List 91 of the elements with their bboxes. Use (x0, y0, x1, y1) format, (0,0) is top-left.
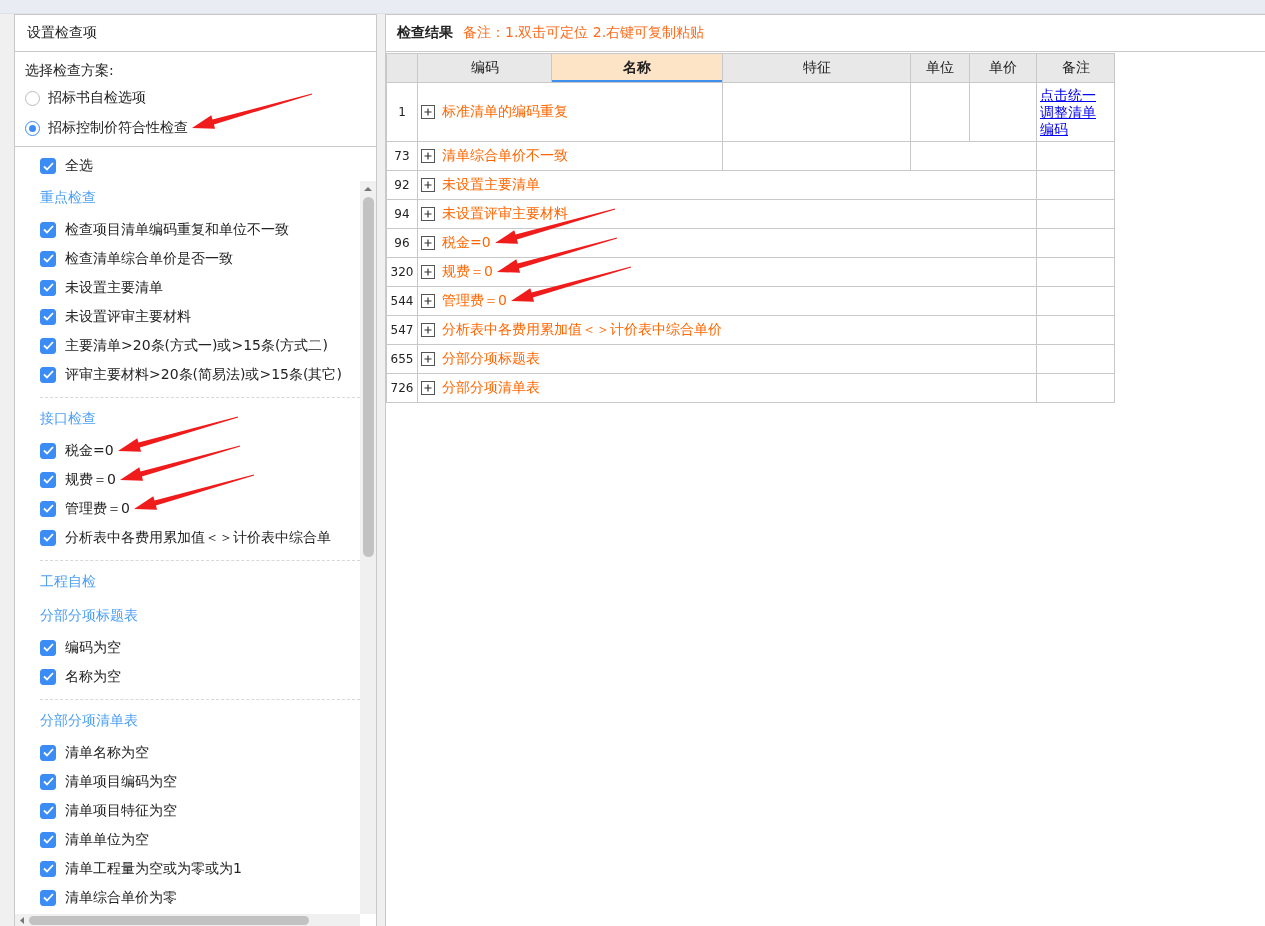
row-number: 92 (386, 170, 418, 200)
column-header[interactable]: 特征 (722, 53, 911, 83)
panel-title: 设置检查项 (15, 15, 376, 52)
group-title: 重点检查 (40, 188, 96, 207)
result-name: 税金=0 (442, 234, 491, 252)
row-number: 1 (386, 82, 418, 142)
checkbox-label: 检查项目清单编码重复和单位不一致 (65, 220, 289, 239)
row-number: 655 (386, 344, 418, 374)
checkbox-label: 分析表中各费用累加值＜＞计价表中综合单 (65, 528, 331, 547)
group-title: 分部分项标题表 (40, 606, 138, 625)
group-title: 分部分项清单表 (40, 711, 138, 730)
checkbox-label: 管理费＝0 (65, 499, 130, 518)
result-name: 清单综合单价不一致 (442, 147, 568, 165)
row-number: 94 (386, 199, 418, 229)
checkbox-label: 清单项目特征为空 (65, 801, 177, 820)
panel-title: 检查结果 (397, 24, 453, 42)
column-header[interactable]: 单价 (969, 53, 1037, 83)
row-number: 547 (386, 315, 418, 345)
column-header[interactable]: 名称 (551, 53, 723, 83)
result-name: 标准清单的编码重复 (442, 103, 568, 121)
checkbox-label: 税金=0 (65, 441, 114, 460)
row-number: 96 (386, 228, 418, 258)
checkbox-label: 清单单位为空 (65, 830, 149, 849)
column-header[interactable]: 单位 (910, 53, 970, 83)
checkbox[interactable] (40, 279, 56, 296)
expand-icon[interactable] (421, 149, 435, 163)
checkbox[interactable] (40, 158, 56, 174)
column-header[interactable]: 备注 (1036, 53, 1115, 83)
expand-icon[interactable] (421, 178, 435, 192)
result-name: 未设置评审主要材料 (442, 205, 568, 223)
row-number: 73 (386, 141, 418, 171)
result-name: 管理费＝0 (442, 292, 507, 310)
checkbox-label: 编码为空 (65, 638, 121, 657)
radio-label: 招标书自检选项 (48, 89, 146, 107)
note-text: 备注：1.双击可定位 2.右键可复制粘贴 (463, 24, 705, 42)
expand-icon[interactable] (421, 236, 435, 250)
checkbox-label: 全选 (65, 157, 93, 175)
radio-label: 招标控制价符合性检查 (48, 119, 188, 137)
row-number: 320 (386, 257, 418, 287)
checkbox[interactable] (40, 442, 56, 459)
checkbox-label: 未设置主要清单 (65, 278, 163, 297)
checkbox[interactable] (40, 744, 56, 761)
checkbox[interactable] (40, 802, 56, 819)
checkbox-label: 规费＝0 (65, 470, 116, 489)
column-header[interactable]: 编码 (417, 53, 552, 83)
checkbox[interactable] (40, 860, 56, 877)
checkbox-label: 清单综合单价为零 (65, 888, 177, 907)
checkbox[interactable] (40, 471, 56, 488)
result-name: 规费＝0 (442, 263, 493, 281)
group-title: 工程自检 (40, 572, 96, 591)
expand-icon[interactable] (421, 207, 435, 221)
expand-icon[interactable] (421, 381, 435, 395)
checkbox[interactable] (40, 308, 56, 325)
radio-button[interactable] (25, 120, 40, 136)
checkbox-label: 评审主要材料>20条(简易法)或>15条(其它) (65, 365, 342, 384)
scheme-label: 选择检查方案: (25, 62, 115, 80)
vertical-scrollbar[interactable] (360, 181, 376, 914)
expand-icon[interactable] (421, 352, 435, 366)
checkbox[interactable] (40, 668, 56, 685)
radio-button[interactable] (25, 90, 40, 106)
row-number: 726 (386, 373, 418, 403)
result-name: 未设置主要清单 (442, 176, 540, 194)
checkbox-label: 名称为空 (65, 667, 121, 686)
checkbox-label: 清单工程量为空或为零或为1 (65, 859, 242, 878)
checkbox[interactable] (40, 831, 56, 848)
checkbox-label: 主要清单>20条(方式一)或>15条(方式二) (65, 336, 328, 355)
checkbox[interactable] (40, 529, 56, 546)
result-name: 分部分项清单表 (442, 379, 540, 397)
checkbox-label: 检查清单综合单价是否一致 (65, 249, 233, 268)
checkbox[interactable] (40, 773, 56, 790)
checkbox[interactable] (40, 221, 56, 238)
expand-icon[interactable] (421, 265, 435, 279)
checkbox-label: 清单项目编码为空 (65, 772, 177, 791)
checkbox-label: 未设置评审主要材料 (65, 307, 191, 326)
checkbox-label: 清单名称为空 (65, 743, 149, 762)
scroll-up-icon[interactable] (363, 185, 373, 193)
expand-icon[interactable] (421, 294, 435, 308)
result-name: 分析表中各费用累加值＜＞计价表中综合单价 (442, 321, 722, 339)
checkbox[interactable] (40, 639, 56, 656)
expand-icon[interactable] (421, 323, 435, 337)
checkbox[interactable] (40, 366, 56, 383)
checkbox[interactable] (40, 337, 56, 354)
expand-icon[interactable] (421, 105, 435, 119)
scroll-left-icon[interactable] (19, 915, 25, 925)
checkbox[interactable] (40, 889, 56, 906)
row-number: 544 (386, 286, 418, 316)
horizontal-scrollbar[interactable] (15, 914, 360, 926)
group-title: 接口检查 (40, 409, 96, 428)
checkbox[interactable] (40, 250, 56, 267)
checkbox[interactable] (40, 500, 56, 517)
result-name: 分部分项标题表 (442, 350, 540, 368)
